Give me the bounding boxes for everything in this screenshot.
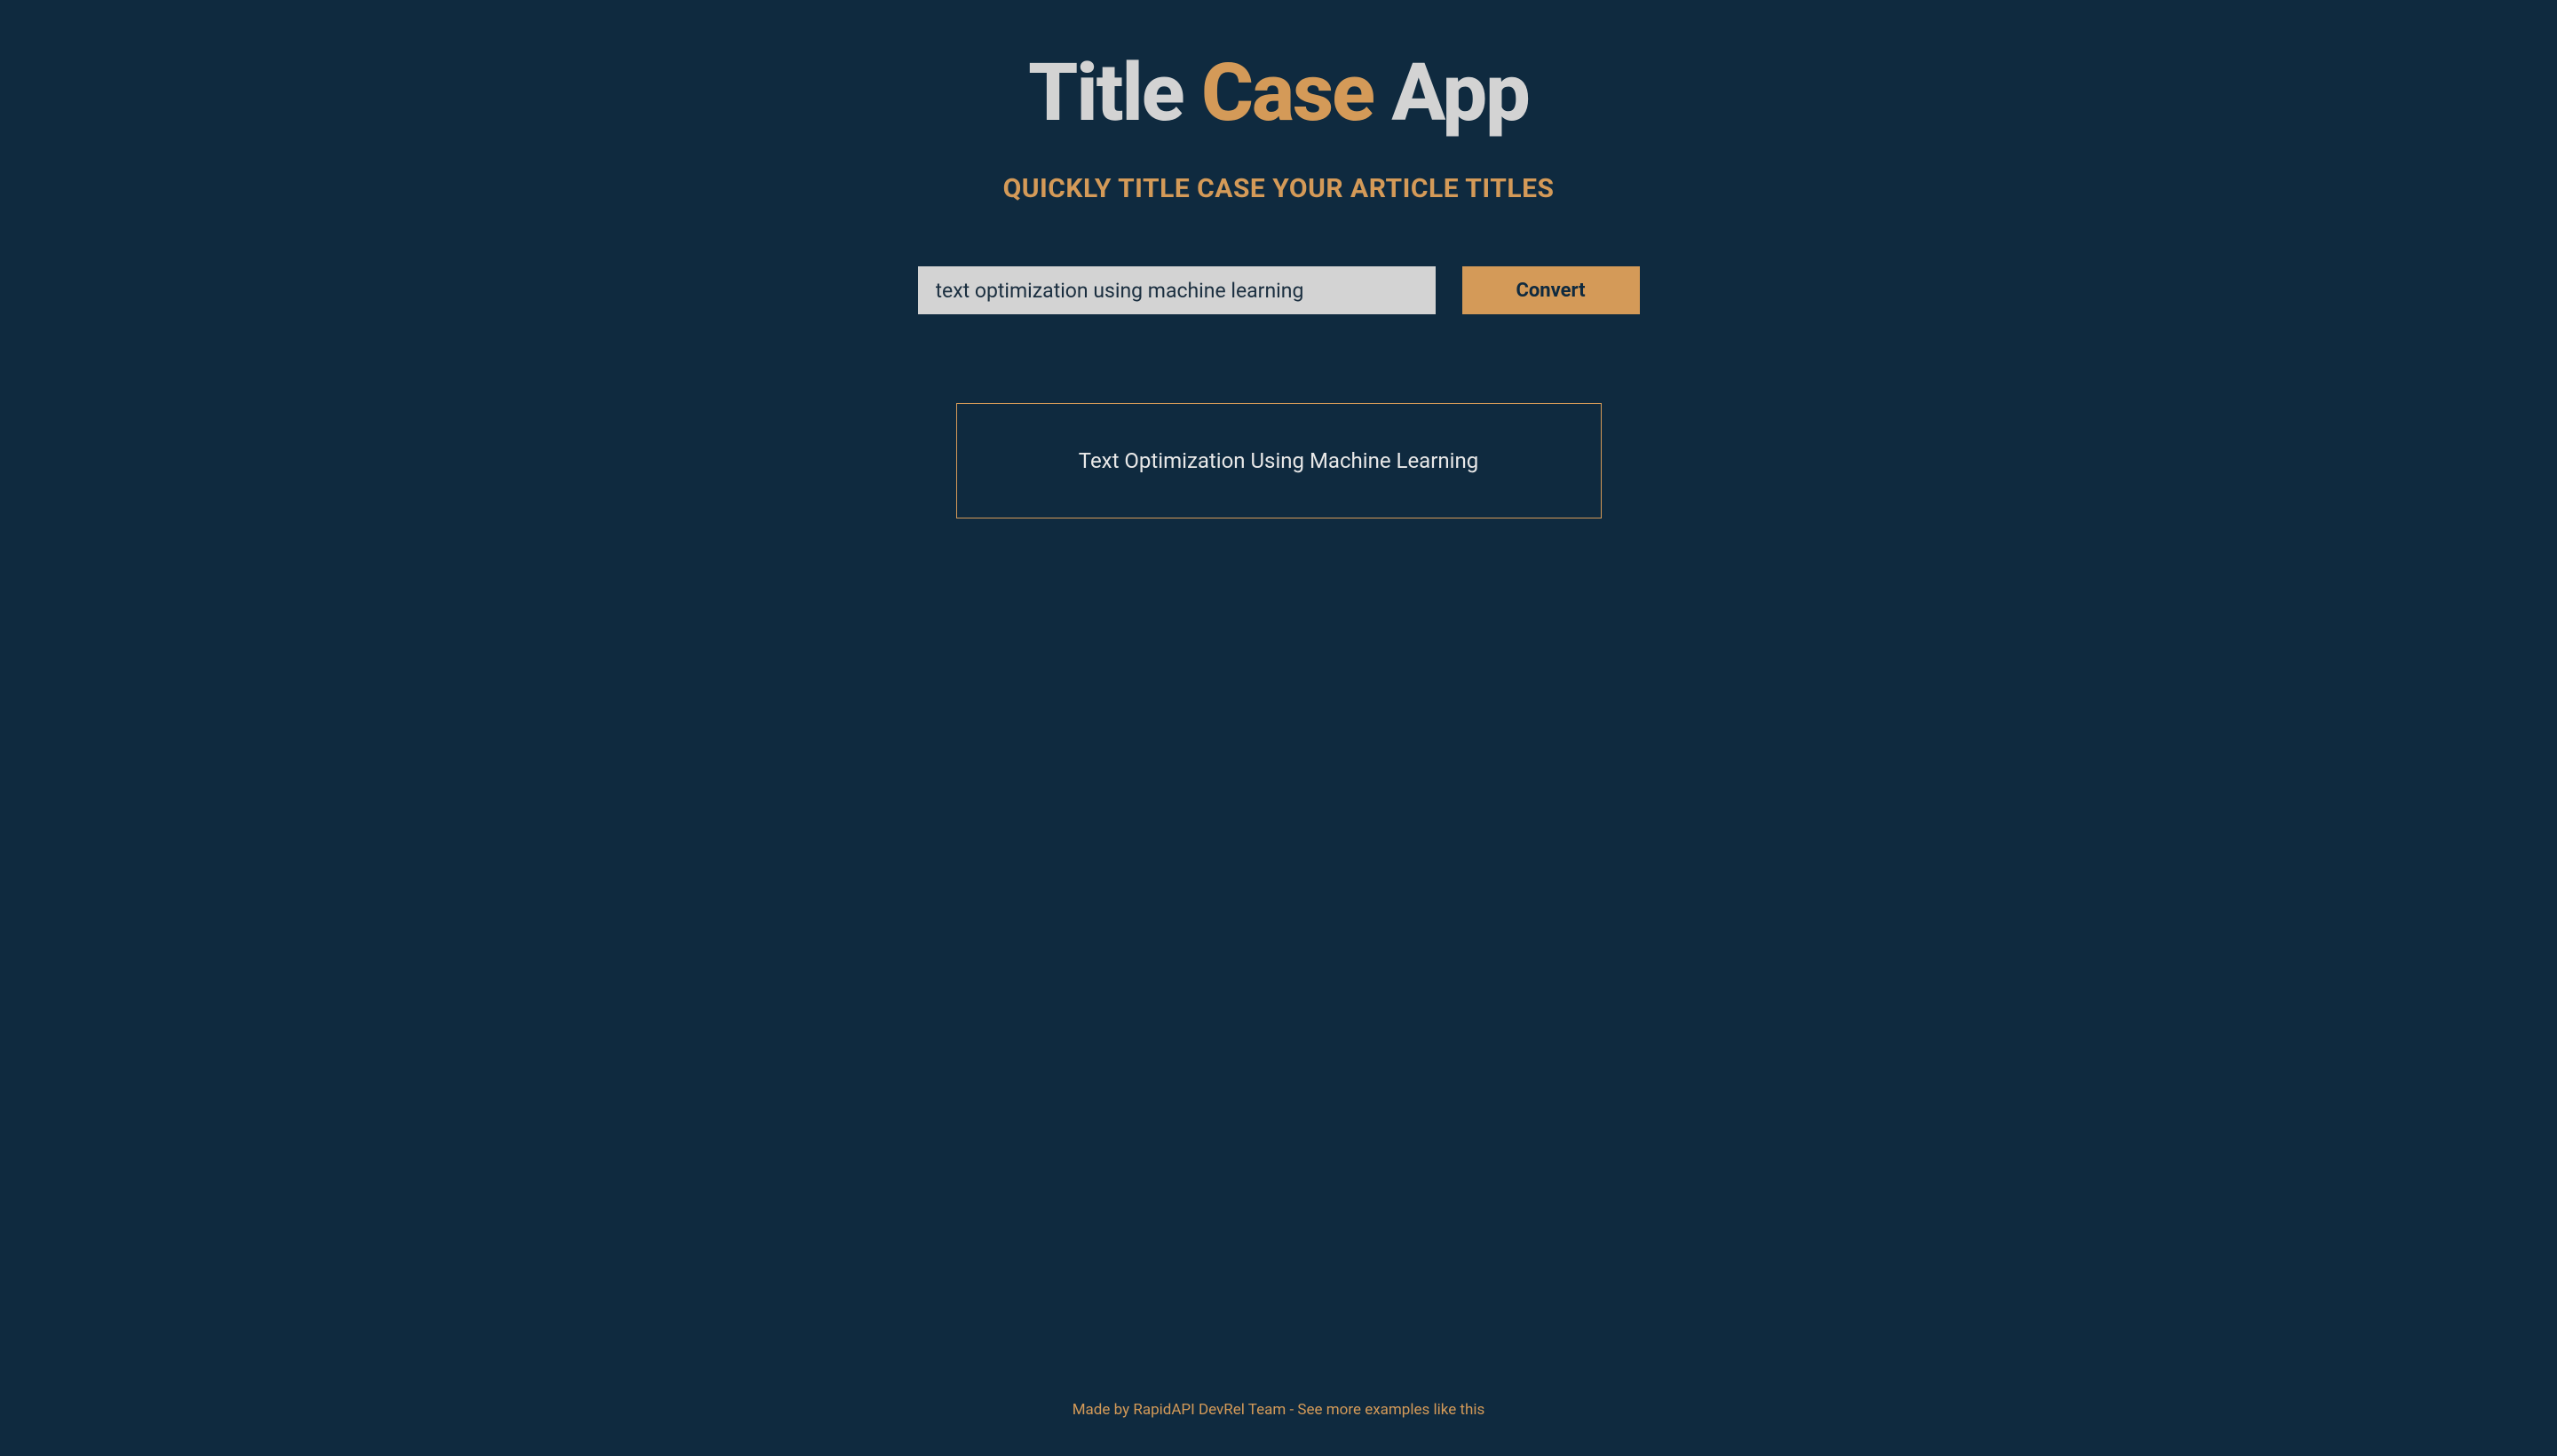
result-text: Text Optimization Using Machine Learning: [975, 448, 1583, 473]
footer-text: Made by RapidAPI DevRel Team - See more …: [1073, 1401, 1485, 1419]
footer: Made by RapidAPI DevRel Team - See more …: [0, 1401, 2557, 1419]
header: Title Case App QUICKLY TITLE CASE YOUR A…: [1003, 53, 1555, 204]
convert-button[interactable]: Convert: [1462, 266, 1640, 314]
input-row: Convert: [918, 266, 1640, 314]
app-subtitle: QUICKLY TITLE CASE YOUR ARTICLE TITLES: [1003, 173, 1555, 204]
title-accent: Case: [1201, 46, 1373, 139]
app-title: Title Case App: [1003, 53, 1555, 133]
title-part-2: App: [1373, 46, 1529, 139]
result-box: Text Optimization Using Machine Learning: [956, 403, 1602, 518]
title-input[interactable]: [918, 266, 1436, 314]
title-part-1: Title: [1028, 46, 1201, 139]
